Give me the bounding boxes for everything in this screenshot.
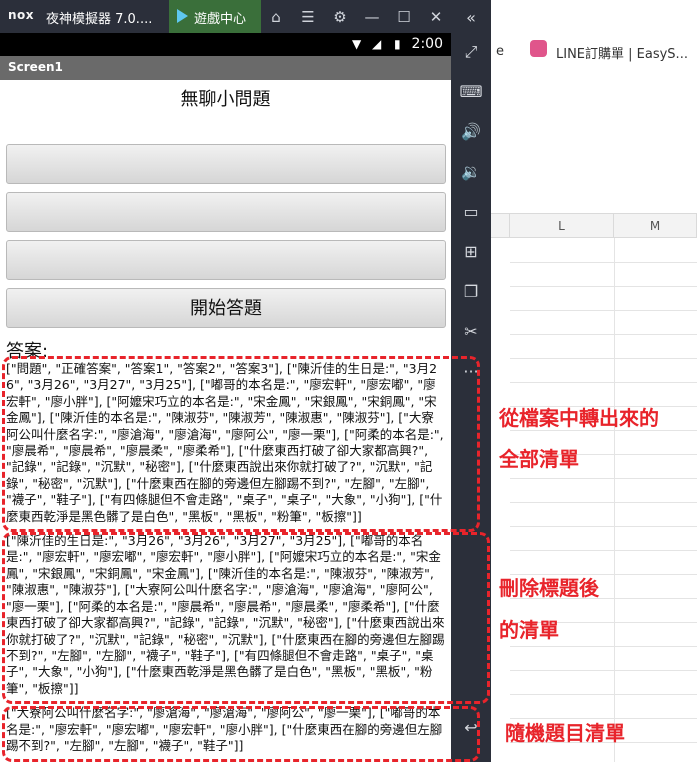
column-header-l[interactable]: L [510,214,614,238]
column-header-k[interactable] [491,214,510,238]
multi-instance-icon[interactable]: ❐ [451,280,491,304]
grid-line [510,358,697,359]
game-center-tab[interactable]: 遊戲中心 [169,0,261,33]
volume-up-icon[interactable]: 🔊 [451,120,491,144]
app-heading: 無聊小問題 [180,89,271,110]
screen-title: Screen1 [8,60,63,74]
answer-button-2[interactable] [6,192,446,232]
start-quiz-button[interactable]: 開始答題 [6,288,446,328]
volume-down-icon[interactable]: 🔉 [451,160,491,184]
wifi-icon: ▼ [352,37,362,51]
action-bar: Screen1 [0,56,451,80]
annotation-removed-header-1: 刪除標題後 [499,576,599,600]
nox-logo: nox [8,8,35,22]
home-icon[interactable]: ⌂ [265,6,287,28]
grid-line [510,670,697,671]
play-icon [177,9,188,23]
bookmark-line-order[interactable]: LINE訂購單 | EasyS... [556,43,688,62]
grid-line [510,502,697,503]
emulator-title-bar: nox 夜神模擬器 7.0.... 遊戲中心 ⌂ ☰ ⚙ — ☐ ✕ [0,0,490,33]
grid-line [510,334,697,335]
battery-icon: ▮ [394,37,401,51]
maximize-icon[interactable]: ☐ [393,6,415,28]
grid-line [510,262,697,263]
collapse-chevron-icon[interactable]: « [451,6,491,30]
fullscreen-icon[interactable]: ⤢ [451,40,491,64]
minimize-icon[interactable]: — [361,6,383,28]
scissors-icon[interactable]: ✂ [451,320,491,344]
grid-line [510,286,697,287]
keyboard-icon[interactable]: ⌨ [451,80,491,104]
grid-line [510,478,697,479]
game-center-label: 遊戲中心 [194,12,247,27]
annotation-full-list-1: 從檔案中轉出來的 [499,406,659,430]
random-list-highlight [2,706,480,762]
grid-line [510,382,697,383]
grid-line [510,310,697,311]
annotation-random-list: 隨機題目清單 [505,721,625,745]
apk-install-icon[interactable]: ⊞ [451,240,491,264]
column-header-m[interactable]: M [614,214,697,238]
no-header-list-highlight [2,532,490,704]
emulator-title: 夜神模擬器 7.0.... [46,12,153,27]
screen-icon[interactable]: ▭ [451,200,491,224]
background-spreadsheet [491,0,697,762]
answer-button-1[interactable] [6,144,446,184]
annotation-full-list-2: 全部清單 [499,447,579,471]
signal-icon: ◢ [372,37,382,51]
status-time: 2:00 [411,36,443,52]
grid-line [614,238,615,762]
close-icon[interactable]: ✕ [425,6,447,28]
bookmark-partial[interactable]: e [496,44,504,59]
grid-line [510,526,697,527]
grid-line [510,646,697,647]
line-bookmark-icon [530,40,547,57]
grid-line [510,550,697,551]
full-list-highlight [2,356,480,532]
status-bar: ▼ ◢ ▮ 2:00 [0,33,451,56]
annotation-removed-header-2: 的清單 [499,618,559,642]
menu-icon[interactable]: ☰ [297,6,319,28]
answer-button-3[interactable] [6,240,446,280]
gear-icon[interactable]: ⚙ [329,6,351,28]
grid-line [510,694,697,695]
